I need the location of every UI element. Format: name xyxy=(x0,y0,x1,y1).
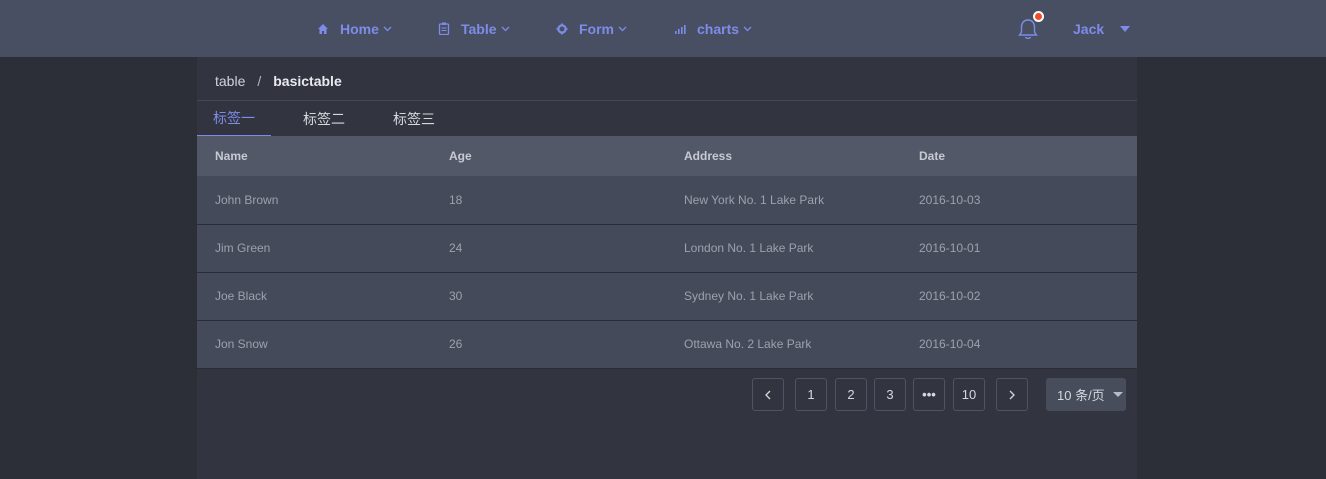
chevron-left-icon xyxy=(765,390,771,399)
nav-form-label: Form xyxy=(579,20,614,37)
cell-name: John Brown xyxy=(197,176,431,225)
cell-address: London No. 1 Lake Park xyxy=(666,224,901,273)
user-menu[interactable]: Jack xyxy=(1073,0,1131,57)
table-header-row: Name Age Address Date xyxy=(197,136,1137,176)
tab-1[interactable]: 标签一 xyxy=(197,101,271,137)
cell-age: 26 xyxy=(431,320,666,369)
page-button-2[interactable]: 2 xyxy=(835,378,867,411)
tab-bar: 标签一 标签二 标签三 xyxy=(197,101,1137,137)
chevron-down-icon xyxy=(501,24,510,33)
cell-name: Jim Green xyxy=(197,224,431,273)
chevron-down-icon xyxy=(618,24,627,33)
home-icon xyxy=(316,22,330,36)
column-header-age: Age xyxy=(431,136,666,176)
nav-charts[interactable]: charts xyxy=(673,0,752,57)
tab-2[interactable]: 标签二 xyxy=(287,101,361,137)
data-table: Name Age Address Date John Brown 18 New … xyxy=(197,136,1137,369)
column-header-date: Date xyxy=(901,136,1137,176)
table-row[interactable]: John Brown 18 New York No. 1 Lake Park 2… xyxy=(197,176,1137,225)
column-header-name: Name xyxy=(197,136,431,176)
user-name: Jack xyxy=(1073,20,1105,37)
cell-date: 2016-10-03 xyxy=(901,176,1137,225)
cell-date: 2016-10-02 xyxy=(901,272,1137,321)
cell-address: Sydney No. 1 Lake Park xyxy=(666,272,901,321)
chevron-down-icon xyxy=(383,24,392,33)
nav-charts-label: charts xyxy=(697,20,740,37)
prev-page-button[interactable] xyxy=(752,378,784,411)
page-button-10[interactable]: 10 xyxy=(953,378,985,411)
cell-name: Joe Black xyxy=(197,272,431,321)
cell-age: 30 xyxy=(431,272,666,321)
breadcrumb-parent[interactable]: table xyxy=(215,73,245,89)
page-size-select[interactable]: 10 条/页 xyxy=(1046,378,1126,411)
cell-date: 2016-10-01 xyxy=(901,224,1137,273)
page-ellipsis-button[interactable]: ••• xyxy=(913,378,945,411)
chevron-down-icon xyxy=(743,24,752,33)
clipboard-icon xyxy=(437,22,451,36)
top-navbar: Home Table Form charts Jack xyxy=(0,0,1326,57)
bar-chart-icon xyxy=(673,22,687,36)
notification-badge xyxy=(1033,11,1044,22)
nav-form[interactable]: Form xyxy=(555,0,627,57)
cell-date: 2016-10-04 xyxy=(901,320,1137,369)
cell-name: Jon Snow xyxy=(197,320,431,369)
table-row[interactable]: Jon Snow 26 Ottawa No. 2 Lake Park 2016-… xyxy=(197,320,1137,369)
table-row[interactable]: Jim Green 24 London No. 1 Lake Park 2016… xyxy=(197,224,1137,273)
caret-down-icon xyxy=(1112,392,1123,397)
chevron-right-icon xyxy=(1009,390,1015,399)
table-row[interactable]: Joe Black 30 Sydney No. 1 Lake Park 2016… xyxy=(197,272,1137,321)
cell-age: 18 xyxy=(431,176,666,225)
gear-icon xyxy=(555,22,569,36)
nav-table[interactable]: Table xyxy=(437,0,510,57)
column-header-address: Address xyxy=(666,136,901,176)
content-panel: table / basictable 标签一 标签二 标签三 Name Age … xyxy=(197,57,1137,479)
page-size-value: 10 条/页 xyxy=(1057,388,1105,403)
cell-age: 24 xyxy=(431,224,666,273)
cell-address: Ottawa No. 2 Lake Park xyxy=(666,320,901,369)
tab-3[interactable]: 标签三 xyxy=(377,101,451,137)
cell-address: New York No. 1 Lake Park xyxy=(666,176,901,225)
next-page-button[interactable] xyxy=(996,378,1028,411)
breadcrumb-separator: / xyxy=(257,73,262,89)
nav-table-label: Table xyxy=(461,20,497,37)
nav-home[interactable]: Home xyxy=(316,0,392,57)
nav-home-label: Home xyxy=(340,20,379,37)
page-button-3[interactable]: 3 xyxy=(874,378,906,411)
page-button-1[interactable]: 1 xyxy=(795,378,827,411)
breadcrumb-current: basictable xyxy=(273,73,342,89)
caret-down-icon xyxy=(1120,25,1131,32)
breadcrumb: table / basictable xyxy=(215,73,342,89)
